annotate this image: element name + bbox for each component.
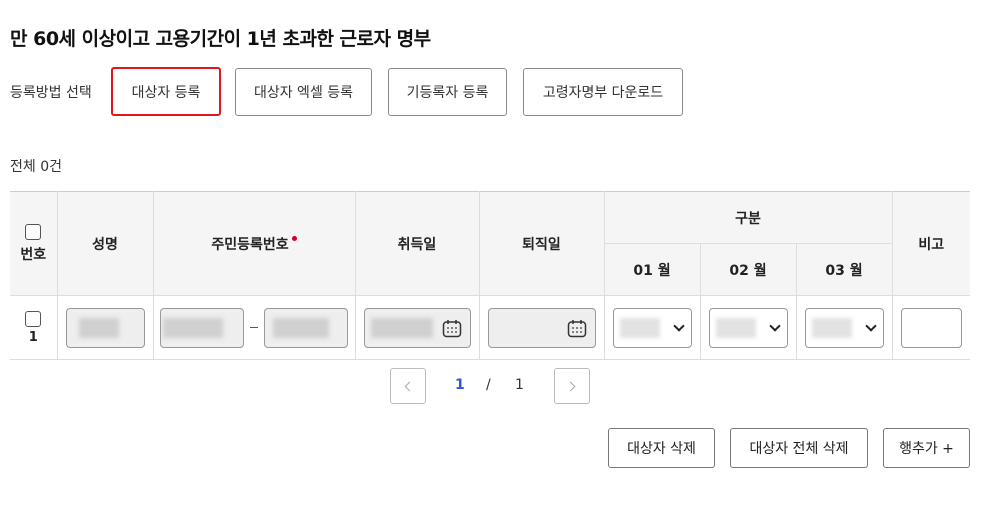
rrn-front-input[interactable] xyxy=(160,307,244,348)
next-page-button[interactable] xyxy=(554,368,590,404)
delete-target-button[interactable]: 대상자 삭제 xyxy=(608,428,715,468)
month-01-cell xyxy=(603,295,701,360)
row-number-cell: 1 xyxy=(10,295,58,360)
rrn-back-input[interactable] xyxy=(264,307,348,348)
row-number: 1 xyxy=(28,329,38,345)
header-rrn-label: 주민등록번호 xyxy=(211,236,289,253)
chevron-right-icon xyxy=(565,381,576,391)
register-excel-button[interactable]: 대상자 엑셀 등록 xyxy=(235,68,372,116)
rrn-dash xyxy=(250,327,258,328)
delete-all-targets-button[interactable]: 대상자 전체 삭제 xyxy=(730,428,868,468)
register-method-label: 등록방법 선택 xyxy=(10,85,92,101)
month-02-select[interactable] xyxy=(708,307,788,348)
register-target-button[interactable]: 대상자 등록 xyxy=(111,67,221,116)
page-title: 만 60세 이상이고 고용기간이 1년 초과한 근로자 명부 xyxy=(10,28,431,50)
header-month-02: 02 월 xyxy=(699,243,797,296)
row-checkbox[interactable] xyxy=(25,310,42,327)
month-01-select[interactable] xyxy=(612,307,692,348)
calendar-icon[interactable] xyxy=(442,319,462,338)
header-name: 성명 xyxy=(56,191,154,296)
name-cell xyxy=(56,295,154,360)
header-month-03: 03 월 xyxy=(795,243,892,296)
header-leave-date: 퇴직일 xyxy=(478,191,605,296)
page-separator: / xyxy=(486,377,491,393)
header-number: 번호 xyxy=(10,191,58,296)
header-month-01: 01 월 xyxy=(604,243,701,296)
acquire-date-input[interactable] xyxy=(363,307,471,348)
register-existing-button[interactable]: 기등록자 등록 xyxy=(388,68,507,116)
month-03-cell xyxy=(795,295,893,360)
table-row: 1 xyxy=(10,295,970,360)
rrn-cell xyxy=(152,295,356,360)
header-acquire-date: 취득일 xyxy=(354,191,480,296)
prev-page-button[interactable] xyxy=(390,368,426,404)
leave-date-cell xyxy=(478,295,605,360)
calendar-icon[interactable] xyxy=(567,319,587,338)
total-count: 전체 0건 xyxy=(10,159,62,175)
header-category: 구분 xyxy=(603,191,893,244)
header-rrn: 주민등록번호 xyxy=(152,191,356,296)
add-row-button[interactable]: 행추가 + xyxy=(883,428,970,468)
leave-date-input[interactable] xyxy=(487,307,596,348)
month-03-select[interactable] xyxy=(804,307,884,348)
acquire-date-cell xyxy=(354,295,480,360)
total-pages: 1 xyxy=(515,377,524,393)
chevron-down-icon xyxy=(768,319,781,332)
worker-table: 번호 성명 주민등록번호 취득일 퇴직일 구분 비고 01 월 02 월 03 … xyxy=(10,191,970,360)
header-number-label: 번호 xyxy=(20,246,47,263)
select-all-checkbox[interactable] xyxy=(25,223,42,240)
chevron-left-icon xyxy=(404,381,415,391)
current-page: 1 xyxy=(455,377,465,393)
name-input[interactable] xyxy=(65,307,145,348)
chevron-down-icon xyxy=(672,319,685,332)
required-icon xyxy=(291,235,297,241)
chevron-down-icon xyxy=(864,319,877,332)
note-cell xyxy=(891,295,970,360)
download-roster-button[interactable]: 고령자명부 다운로드 xyxy=(523,68,683,116)
note-input[interactable] xyxy=(900,307,962,348)
month-02-cell xyxy=(699,295,797,360)
header-note: 비고 xyxy=(891,191,970,296)
